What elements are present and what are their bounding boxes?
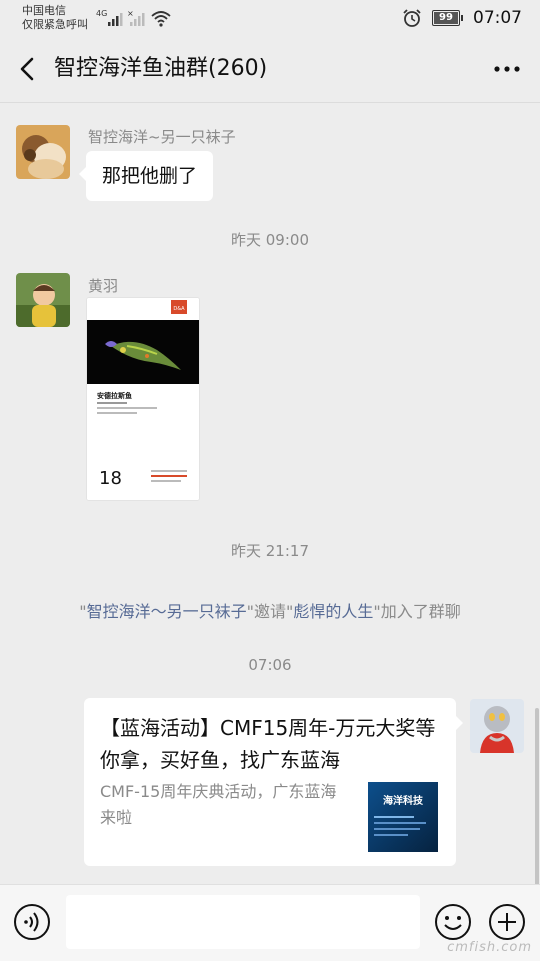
link-card-title: 【蓝海活动】CMF15周年-万元大奖等你拿，买好鱼，找广东蓝海 [100,716,436,772]
thumbnail-text: 海洋科技 [383,794,424,807]
sender-name: 黄羽 [88,277,119,295]
carrier-status: 仅限紧急呼叫 [22,18,88,31]
message-text: 那把他删了 [102,165,198,187]
book-number: 18 [99,468,122,489]
avatar[interactable] [16,125,70,179]
message-bubble[interactable]: 那把他删了 [78,151,214,201]
inviter-name[interactable]: 智控海洋～另一只袜子 [87,602,247,621]
badge-label: D&A [173,306,185,312]
image-message[interactable]: D&A 安德拉斯鱼 18 [86,297,200,501]
signal-icons: 4G × [96,9,171,27]
battery-indicator: 99 [432,10,463,26]
input-bar: cmfish.com [0,884,540,961]
alarm-icon [403,9,421,27]
timestamp: 昨天 09:00 [231,231,309,249]
link-card-message[interactable]: 【蓝海活动】CMF15周年-万元大奖等你拿，买好鱼，找广东蓝海 CMF-15周年… [84,698,463,866]
status-time: 07:07 [473,8,522,28]
status-bar: 中国电信 仅限紧急呼叫 4G × 99 07:07 [0,0,540,36]
invitee-name[interactable]: 彪悍的人生 [293,602,373,621]
back-button[interactable] [12,51,42,87]
voice-icon [14,904,50,940]
wifi-icon [151,11,171,23]
chat-header: 智控海洋鱼油群(260) [0,36,540,103]
plus-icon [489,904,525,940]
more-button[interactable] [492,57,522,81]
more-dots-icon [494,66,520,72]
timestamp: 昨天 21:17 [231,542,309,560]
carrier-name: 中国电信 [22,4,66,17]
book-cover-image: D&A 安德拉斯鱼 18 [87,298,199,500]
emoji-icon [435,904,471,940]
battery-level: 99 [439,12,453,23]
message-input[interactable] [66,895,420,949]
book-title: 安德拉斯鱼 [97,391,132,400]
scrollbar[interactable] [535,708,539,888]
link-card-description: CMF-15周年庆典活动，广东蓝海来啦 [100,782,337,827]
avatar[interactable] [16,273,70,327]
link-card-thumbnail: 海洋科技 [368,782,438,852]
plus-button[interactable] [488,903,526,941]
avatar[interactable] [470,699,524,753]
chevron-left-icon [20,57,34,81]
sender-name: 智控海洋~另一只袜子 [88,128,236,146]
voice-button[interactable] [13,903,51,941]
timestamp: 07:06 [248,656,292,674]
emoji-button[interactable] [434,903,472,941]
chat-title: 智控海洋鱼油群(260) [54,56,268,81]
network-type: 4G [96,9,107,18]
watermark: cmfish.com [447,940,532,955]
svg-text:×: × [127,9,134,18]
system-message: "智控海洋～另一只袜子"邀请"彪悍的人生"加入了群聊 [79,602,461,621]
carrier-info: 中国电信 仅限紧急呼叫 [22,4,88,32]
